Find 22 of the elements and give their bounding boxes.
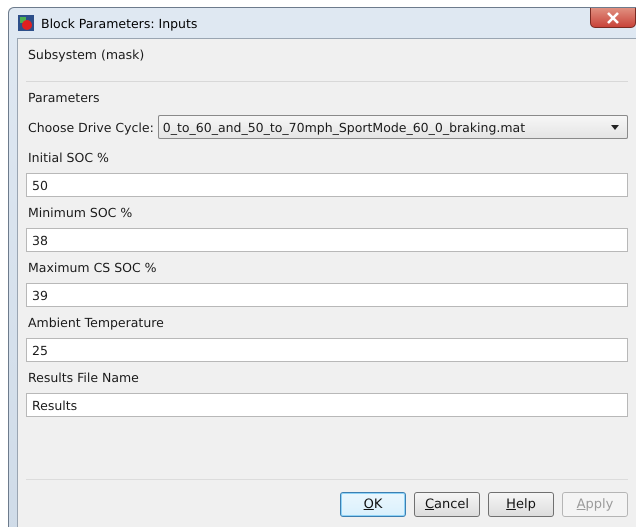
field-label: Minimum SOC % xyxy=(27,205,134,222)
close-button[interactable] xyxy=(590,8,636,28)
field-label: Initial SOC % xyxy=(27,150,110,167)
input-field[interactable]: Results xyxy=(26,393,628,417)
dropdown-label: Choose Drive Cycle: xyxy=(27,120,154,134)
caret-icon xyxy=(611,124,619,130)
input-field[interactable]: 25 xyxy=(26,338,628,362)
input-field[interactable]: 50 xyxy=(26,173,628,197)
input-field[interactable]: 38 xyxy=(26,228,628,252)
field-label: Maximum CS SOC % xyxy=(27,260,158,277)
field-label: Ambient Temperature xyxy=(27,315,165,332)
window-title: Block Parameters: Inputs xyxy=(41,16,198,30)
mask-title: Subsystem (mask) xyxy=(27,46,146,64)
dialog-button[interactable]: Help xyxy=(488,492,554,517)
dialog-button[interactable]: OK xyxy=(340,492,406,517)
drive-cycle-dropdown[interactable]: 0_to_60_and_50_to_70mph_SportMode_60_0_braking.mat xyxy=(158,115,628,139)
dialog-button[interactable]: Cancel xyxy=(414,492,480,517)
close-icon xyxy=(606,12,620,24)
input-field[interactable]: 39 xyxy=(26,283,628,307)
field-label: Results File Name xyxy=(27,370,140,387)
group-title: Parameters xyxy=(27,90,101,105)
app-icon xyxy=(17,14,35,32)
